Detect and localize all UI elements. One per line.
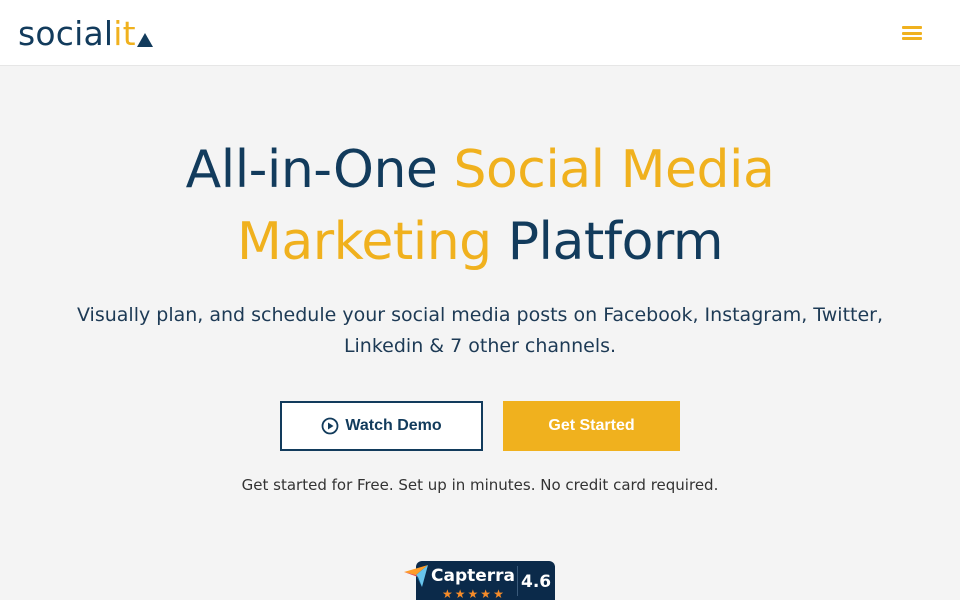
hero-title-accent1: Social Media: [453, 140, 775, 200]
capterra-arrow-icon: [404, 565, 428, 587]
get-started-label: Get Started: [548, 417, 635, 434]
capterra-stars: ★ ★ ★ ★ ★: [442, 588, 504, 600]
play-circle-icon: [321, 417, 339, 435]
capterra-name: Capterra: [431, 566, 516, 586]
socialit-logo[interactable]: social it: [18, 14, 153, 52]
capterra-score: 4.6: [521, 572, 552, 592]
logo-triangle-icon: [136, 33, 153, 47]
star-icon: ★: [454, 587, 466, 600]
hero-title: All-in-One Social Media Marketing Platfo…: [0, 134, 960, 278]
logo-text-main: social: [18, 14, 114, 53]
logo-text-accent: it: [113, 14, 136, 53]
top-navigation-bar: social it: [0, 0, 960, 66]
watch-demo-label: Watch Demo: [345, 417, 442, 434]
half-star-icon: ★: [493, 587, 504, 600]
hero-title-part1: All-in-One: [185, 140, 454, 200]
star-icon: ★: [442, 587, 453, 600]
hero-subtitle: Visually plan, and schedule your social …: [76, 304, 884, 357]
capterra-divider: [517, 566, 518, 596]
hamburger-menu-icon[interactable]: [900, 24, 924, 42]
capterra-badge[interactable]: Capterra 4.6 ★ ★ ★ ★ ★: [404, 560, 556, 600]
star-icon: ★: [467, 587, 479, 600]
star-icon: ★: [480, 587, 492, 600]
hero-title-part4: Platform: [491, 212, 724, 272]
watch-demo-button[interactable]: Watch Demo: [280, 401, 483, 451]
signup-note: Get started for Free. Set up in minutes.…: [241, 476, 719, 494]
get-started-button[interactable]: Get Started: [503, 401, 680, 451]
hero-title-accent2: Marketing: [237, 212, 492, 272]
